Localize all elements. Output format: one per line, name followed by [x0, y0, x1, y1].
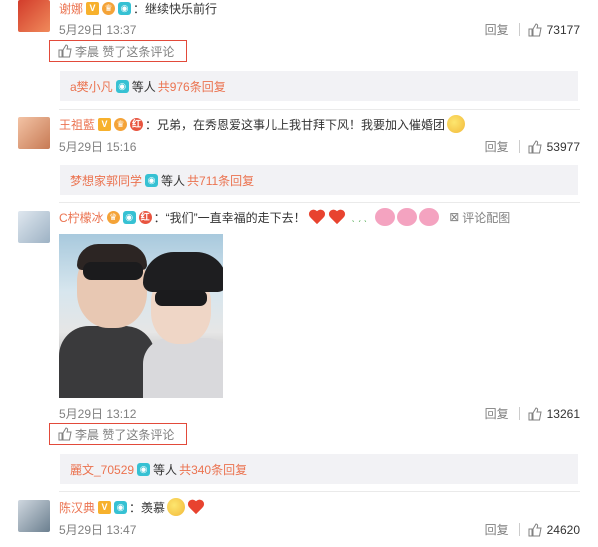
like-count: 24620 [546, 522, 580, 537]
image-icon[interactable]: ⊠ [449, 210, 459, 224]
reply-count-link[interactable]: 共340条回复 [179, 461, 247, 478]
comment-actions: 回复 13261 [485, 405, 580, 422]
pig-emoji-icon [375, 208, 396, 226]
reply-button[interactable]: 回复 [485, 21, 509, 38]
avatar[interactable] [18, 117, 50, 149]
photo-person-woman [143, 338, 223, 398]
comment-header: C柠檬冰 ♛ ◉ 红 ：“我们”一直幸福的走下去！ ˎ ˏ ˎ ⊠ 评论配图 [59, 208, 510, 226]
liked-by-author-notice: 李晨 赞了这条评论 [49, 423, 187, 445]
reply-button[interactable]: 回复 [485, 138, 509, 155]
heart-emoji-icon [308, 209, 326, 225]
camera-badge-icon: ◉ [145, 173, 159, 187]
relieved-emoji-icon [167, 498, 186, 516]
vip-icon[interactable]: ♛ [102, 1, 116, 15]
comment-text: ：羡慕 [129, 500, 166, 515]
reply-username[interactable]: 麗文_70529 [70, 461, 134, 478]
comment-photo[interactable] [59, 234, 223, 398]
reply-count-link[interactable]: 共711条回复 [187, 172, 254, 189]
pig-emoji-icon [397, 208, 418, 226]
comment-time: 5月29日 13:37 [59, 23, 137, 37]
heart-emoji-icon [328, 209, 346, 225]
comment-text: ：继续快乐前行 [133, 1, 218, 16]
like-icon[interactable] [528, 406, 542, 421]
verified-v-icon[interactable]: V [98, 500, 112, 514]
reply-rest: 等人 [153, 462, 178, 477]
avatar[interactable] [18, 500, 50, 532]
camera-badge-icon: ◉ [137, 462, 151, 476]
like-count: 53977 [546, 139, 580, 154]
pig-emoji-icon [419, 208, 440, 226]
reply-summary[interactable]: a樊小凡 ◉ 等人 共976条回复 [60, 71, 578, 101]
liked-by-text: 李晨 赞了这条评论 [75, 44, 175, 59]
avatar[interactable] [18, 211, 50, 243]
divider [518, 523, 520, 536]
reply-rest: 等人 [131, 79, 156, 94]
avatar[interactable] [18, 0, 50, 32]
like-icon[interactable] [528, 22, 542, 37]
vip-icon[interactable]: ♛ [114, 117, 128, 131]
comment-divider [59, 202, 580, 203]
camera-badge-icon[interactable]: ◉ [122, 210, 136, 224]
comment-actions: 回复 24620 [485, 521, 580, 538]
dash-emoji-icon: ˎ ˏ ˎ [351, 211, 368, 223]
comment-text: ：“我们”一直幸福的走下去！ [153, 210, 306, 225]
username[interactable]: C柠檬冰 [59, 209, 104, 226]
reply-button[interactable]: 回复 [485, 521, 509, 538]
comment-actions: 回复 73177 [485, 21, 580, 38]
reply-button[interactable]: 回复 [485, 405, 509, 422]
comment-pic-link[interactable]: 评论配图 [462, 209, 510, 226]
like-icon[interactable] [528, 139, 542, 154]
verified-v-icon[interactable]: V [86, 1, 100, 15]
divider [518, 140, 520, 153]
like-icon [58, 427, 72, 441]
reply-rest: 等人 [161, 173, 186, 188]
photo-sunglasses [155, 290, 207, 306]
username[interactable]: 王祖藍 [59, 116, 95, 133]
comment-header: 陈汉典 V ◉ ：羡慕 [59, 498, 205, 516]
reply-username[interactable]: 梦想家郭同学 [70, 172, 142, 189]
username[interactable]: 陈汉典 [59, 499, 95, 516]
comment-time: 5月29日 13:12 [59, 407, 137, 421]
heart-emoji-icon [187, 499, 205, 515]
username[interactable]: 谢娜 [59, 0, 83, 17]
comment-header: 谢娜 V ♛ ◉ ：继续快乐前行 [59, 0, 217, 16]
like-count: 13261 [546, 406, 580, 421]
red-badge-icon[interactable]: 红 [138, 210, 152, 224]
like-count: 73177 [546, 22, 580, 37]
like-icon [58, 44, 72, 58]
liked-by-author-notice: 李晨 赞了这条评论 [49, 40, 187, 62]
comment-divider [59, 109, 580, 110]
comment-actions: 回复 53977 [485, 138, 580, 155]
like-icon[interactable] [528, 522, 542, 537]
divider [518, 23, 520, 36]
comment-divider [59, 491, 580, 492]
divider [518, 407, 520, 420]
photo-hat [143, 252, 223, 292]
verified-v-icon[interactable]: V [98, 117, 112, 131]
camera-badge-icon[interactable]: ◉ [118, 1, 132, 15]
reply-username[interactable]: a樊小凡 [70, 78, 113, 95]
comment-header: 王祖藍 V ♛ 红 ：兄弟，在秀恩爱这事儿上我甘拜下风！我要加入催婚团 [59, 115, 466, 133]
red-badge-icon[interactable]: 红 [130, 117, 144, 131]
camera-badge-icon: ◉ [115, 79, 129, 93]
photo-sunglasses [83, 262, 143, 280]
vip-icon[interactable]: ♛ [106, 210, 120, 224]
comment-time: 5月29日 15:16 [59, 140, 137, 154]
smirk-emoji-icon [447, 115, 466, 133]
liked-by-text: 李晨 赞了这条评论 [75, 427, 175, 442]
comment-time: 5月29日 13:47 [59, 523, 137, 537]
reply-summary[interactable]: 麗文_70529 ◉ 等人 共340条回复 [60, 454, 578, 484]
comment-text: ：兄弟，在秀恩爱这事儿上我甘拜下风！我要加入催婚团 [145, 117, 446, 132]
reply-count-link[interactable]: 共976条回复 [158, 78, 226, 95]
photo-person-man [59, 326, 155, 398]
reply-summary[interactable]: 梦想家郭同学 ◉ 等人 共711条回复 [60, 165, 578, 195]
camera-badge-icon[interactable]: ◉ [114, 500, 128, 514]
